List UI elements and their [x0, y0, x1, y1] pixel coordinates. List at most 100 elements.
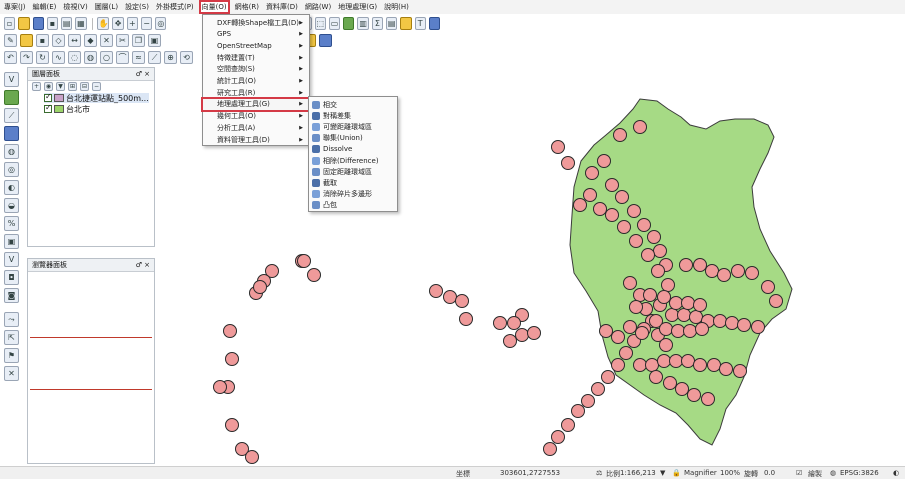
- zoom-native-icon[interactable]: ◎: [155, 17, 167, 30]
- select-icon[interactable]: ⬚: [314, 17, 326, 30]
- table-icon[interactable]: ▤: [386, 17, 398, 30]
- layer-item-buffer[interactable]: 台北捷運站點_500m...: [44, 92, 149, 103]
- node-tool-icon[interactable]: ◆: [84, 34, 97, 47]
- pan-to-selection-icon[interactable]: ✥: [112, 17, 124, 30]
- geoprocessing-item[interactable]: 可變距離環域區: [309, 121, 397, 132]
- add-postgis-layer-icon[interactable]: ⟋: [4, 108, 19, 123]
- rotate-label-icon[interactable]: ⟲: [180, 51, 193, 64]
- menu-database[interactable]: 資料庫(D): [266, 2, 298, 12]
- add-ring-icon[interactable]: ◌: [68, 51, 81, 64]
- vector-menu-item[interactable]: 特徵建置(T) ▶: [203, 52, 309, 63]
- vector-menu-item[interactable]: OpenStreetMap ▶: [203, 40, 309, 51]
- add-oracle-layer-icon[interactable]: ▣: [4, 234, 19, 249]
- composer-manager-icon[interactable]: ▦: [75, 17, 87, 30]
- add-delimited-text-icon[interactable]: %: [4, 216, 19, 231]
- menu-processing[interactable]: 地理處理(G): [338, 2, 377, 12]
- toggle-edit-icon[interactable]: [20, 34, 33, 47]
- save-as-icon[interactable]: ▪: [46, 17, 59, 30]
- pan-icon[interactable]: ✋: [97, 17, 110, 30]
- lock-icon[interactable]: 🔒: [672, 469, 681, 477]
- geoprocessing-item[interactable]: 固定距離環域區: [309, 166, 397, 177]
- merge-icon[interactable]: ⊕: [164, 51, 177, 64]
- new-gpx-icon[interactable]: ◙: [4, 288, 19, 303]
- manage-visibility-icon[interactable]: ◉: [44, 82, 53, 91]
- menu-help[interactable]: 說明(H): [384, 2, 409, 12]
- scale-dropdown-icon[interactable]: ▼: [660, 469, 665, 477]
- menu-plugins[interactable]: 外掛模式(P): [156, 2, 194, 12]
- offset-curve-icon[interactable]: ≈: [132, 51, 145, 64]
- embed-layer-icon[interactable]: ⇱: [4, 330, 19, 345]
- crs-label[interactable]: EPSG:3826: [840, 469, 879, 477]
- geoprocessing-item[interactable]: Dissolve: [309, 144, 397, 155]
- vector-menu-item[interactable]: 資料管理工具(D) ▶: [203, 134, 309, 145]
- expand-all-icon[interactable]: ⊞: [68, 82, 77, 91]
- menu-view[interactable]: 檢視(V): [63, 2, 87, 12]
- vector-menu-item[interactable]: GPS ▶: [203, 29, 309, 40]
- split-icon[interactable]: ⟋: [148, 51, 161, 64]
- layer-item-taipei[interactable]: 台北市: [44, 103, 90, 114]
- menu-layer[interactable]: 圖層(L): [95, 2, 118, 12]
- new-spatialite-icon[interactable]: ◘: [4, 270, 19, 285]
- vector-menu-item[interactable]: 統計工具(O) ▶: [203, 76, 309, 87]
- vector-menu-item[interactable]: 幾何工具(O) ▶: [203, 111, 309, 122]
- delete-ring-icon[interactable]: ○: [100, 51, 113, 64]
- save-edits-icon[interactable]: ▪: [36, 34, 49, 47]
- add-mssql-layer-icon[interactable]: ◍: [4, 144, 19, 159]
- add-wcs-layer-icon[interactable]: ◐: [4, 180, 19, 195]
- wfs-icon[interactable]: ✕: [4, 366, 19, 381]
- simplify-icon[interactable]: ∿: [52, 51, 65, 64]
- menu-raster[interactable]: 網格(R): [235, 2, 259, 12]
- layer-visibility-checkbox[interactable]: [44, 103, 52, 113]
- add-part-icon[interactable]: ◍: [84, 51, 97, 64]
- menu-project[interactable]: 專案(J): [4, 2, 26, 12]
- add-feature-icon[interactable]: ◇: [52, 34, 65, 47]
- rotation-value[interactable]: 0.0: [764, 469, 775, 477]
- geoprocessing-item[interactable]: 消除碎片多邊形: [309, 189, 397, 200]
- tips-icon[interactable]: [400, 17, 412, 30]
- menu-settings[interactable]: 設定(S): [125, 2, 149, 12]
- vector-menu-item[interactable]: 地理處理工具(G) ▶: [201, 96, 311, 112]
- vector-menu-item[interactable]: 研究工具(R) ▶: [203, 87, 309, 98]
- render-checkbox[interactable]: ☑: [796, 469, 802, 477]
- remove-layer-small-icon[interactable]: −: [92, 82, 101, 91]
- add-vector-layer-icon[interactable]: V: [4, 72, 19, 87]
- new-shapefile-icon[interactable]: V: [4, 252, 19, 267]
- filter-icon[interactable]: ▼: [56, 82, 65, 91]
- undo-icon[interactable]: ↶: [4, 51, 17, 64]
- cut-icon[interactable]: ✂: [116, 34, 129, 47]
- rotate-icon[interactable]: ↻: [36, 51, 49, 64]
- zoom-out-icon[interactable]: −: [140, 17, 153, 30]
- vector-menu-item[interactable]: DXF轉換Shape檔工具(D) ▶: [203, 17, 309, 28]
- deselect-icon[interactable]: ▭: [328, 17, 341, 30]
- zoom-in-icon[interactable]: +: [126, 17, 138, 30]
- menu-vector[interactable]: 向量(O): [198, 0, 230, 14]
- redo-icon[interactable]: ↷: [20, 51, 33, 64]
- panel-close-icon[interactable]: ♂ ×: [136, 261, 150, 269]
- collapse-all-icon[interactable]: ⊟: [80, 82, 89, 91]
- help-icon[interactable]: [428, 17, 441, 30]
- remove-layer-icon[interactable]: ⤳: [4, 312, 19, 327]
- messages-icon[interactable]: ◐: [893, 469, 899, 477]
- add-group-icon[interactable]: +: [32, 82, 41, 91]
- menu-web[interactable]: 網路(W): [305, 2, 331, 12]
- python-icon[interactable]: [319, 34, 332, 47]
- paste-icon[interactable]: ▣: [148, 34, 161, 47]
- geoprocessing-item[interactable]: 凸包: [309, 200, 397, 211]
- add-wfs-layer-icon[interactable]: ◒: [4, 198, 19, 213]
- text-annotation-icon[interactable]: T: [414, 17, 426, 30]
- geoprocessing-item[interactable]: 聯集(Union): [309, 133, 397, 144]
- geoprocessing-item[interactable]: 相除(Difference): [309, 155, 397, 166]
- menu-edit[interactable]: 編輯(E): [33, 2, 57, 12]
- virtual-layer-icon[interactable]: ⚑: [4, 348, 19, 363]
- scale-value[interactable]: 1:166,213: [620, 469, 656, 477]
- sum-icon[interactable]: Σ: [371, 17, 383, 30]
- save-project-icon[interactable]: [32, 17, 44, 30]
- measure-icon[interactable]: [343, 17, 355, 30]
- coordinate-value[interactable]: 303601,2727553: [500, 469, 560, 477]
- vector-menu-item[interactable]: 分析工具(A) ▶: [203, 122, 309, 133]
- add-wms-layer-icon[interactable]: ◎: [4, 162, 19, 177]
- stats-icon[interactable]: ▥: [357, 17, 369, 30]
- panel-close-icon[interactable]: ♂ ×: [136, 70, 150, 78]
- geoprocessing-item[interactable]: 相交: [309, 99, 397, 110]
- magnifier-value[interactable]: 100%: [720, 469, 740, 477]
